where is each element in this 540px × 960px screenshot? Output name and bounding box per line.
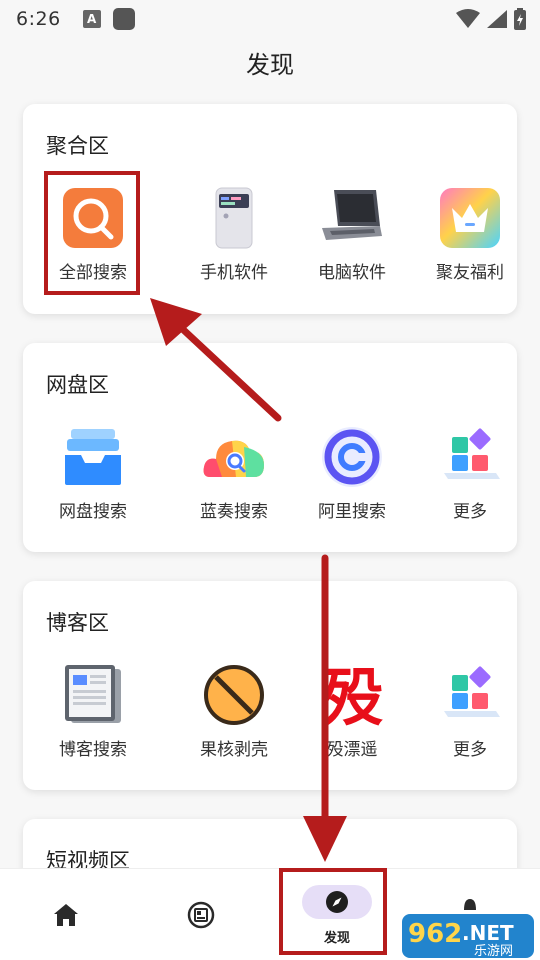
item-lanzou-search[interactable]: 蓝奏搜索 <box>175 425 293 529</box>
item-label: 全部搜索 <box>59 263 127 283</box>
status-app-icon <box>112 8 135 30</box>
item-label: 蓝奏搜索 <box>200 502 268 522</box>
blocks-icon <box>444 428 500 479</box>
item-label: 更多 <box>453 740 487 760</box>
tab-home[interactable] <box>16 869 116 960</box>
nut-icon <box>204 665 264 725</box>
section-items: 全部搜索 手机软件 电脑软件 聚友福利 <box>23 186 517 290</box>
rainbow-cloud-icon <box>203 440 264 477</box>
item-friends-welfare[interactable]: 聚友福利 <box>411 186 517 290</box>
item-label: 阿里搜索 <box>318 502 386 522</box>
item-label: 电脑软件 <box>318 263 386 283</box>
section-items: 网盘搜索 蓝奏搜索 阿里搜索 更多 <box>23 425 517 529</box>
item-label: 果核剥壳 <box>200 740 268 760</box>
item-phone-software[interactable]: 手机软件 <box>175 186 293 290</box>
news-icon <box>187 901 215 929</box>
item-label: 博客搜索 <box>59 740 127 760</box>
item-pc-software[interactable]: 电脑软件 <box>293 186 411 290</box>
item-all-search[interactable]: 全部搜索 <box>34 186 152 290</box>
watermark-number: 962 <box>408 919 462 949</box>
signal-icon <box>487 10 507 28</box>
item-label: 手机软件 <box>200 263 268 283</box>
section-card-netdisk: 网盘区 网盘搜索 蓝奏搜索 阿里搜索 更多 <box>23 343 517 552</box>
watermark-logo: 962 .NET 乐游网 <box>402 908 534 959</box>
item-ali-search[interactable]: 阿里搜索 <box>293 425 411 529</box>
battery-icon <box>514 8 526 30</box>
item-netdisk-search[interactable]: 网盘搜索 <box>34 425 152 529</box>
item-label: 更多 <box>453 502 487 522</box>
item-guohe-boke[interactable]: 果核剥壳 <box>175 663 293 767</box>
item-more-netdisk[interactable]: 更多 <box>411 425 517 529</box>
phone-icon <box>215 187 253 249</box>
home-icon <box>54 904 78 926</box>
section-items: 博客搜索 果核剥壳 殁 殁漂遥 更多 <box>23 663 517 767</box>
mo-glyph: 殁 <box>321 663 383 727</box>
status-time: 6:26 <box>16 8 61 30</box>
aliyun-icon <box>322 427 382 487</box>
orange-search-icon <box>63 188 123 248</box>
item-blog-search[interactable]: 博客搜索 <box>34 663 152 767</box>
item-label: 殁漂遥 <box>326 740 378 760</box>
item-more-blog[interactable]: 更多 <box>411 663 517 767</box>
section-title: 网盘区 <box>46 373 109 397</box>
wifi-icon <box>456 9 480 28</box>
tab-active-pill <box>302 885 372 919</box>
item-mo-piaoyao[interactable]: 殁 殁漂遥 <box>293 663 411 767</box>
newspaper-icon <box>65 665 121 723</box>
section-card-blog: 博客区 博客搜索 果核剥壳 殁 殁漂遥 更多 <box>23 581 517 790</box>
mo-glyph-icon: 殁 <box>321 663 383 727</box>
crown-icon <box>440 188 500 248</box>
watermark-site: 乐游网 <box>474 944 513 958</box>
compass-icon <box>326 891 348 913</box>
watermark-suffix: .NET <box>462 921 514 945</box>
section-title: 聚合区 <box>46 134 109 158</box>
item-label: 网盘搜索 <box>59 502 127 522</box>
blocks-icon <box>444 666 500 717</box>
tab-news[interactable] <box>151 869 251 960</box>
status-a-icon: A <box>82 10 101 28</box>
item-label: 聚友福利 <box>436 263 504 283</box>
section-card-aggregate: 聚合区 全部搜索 手机软件 电脑软件 聚友福利 <box>23 104 517 314</box>
status-bar: 6:26 A <box>0 0 540 38</box>
page-title: 发现 <box>246 51 294 79</box>
section-title: 博客区 <box>46 611 109 635</box>
tab-label: 发现 <box>323 931 350 946</box>
laptop-icon <box>322 190 382 240</box>
status-right <box>456 8 526 30</box>
tab-discover[interactable]: 发现 <box>287 869 387 960</box>
drive-tray-icon <box>65 429 121 485</box>
